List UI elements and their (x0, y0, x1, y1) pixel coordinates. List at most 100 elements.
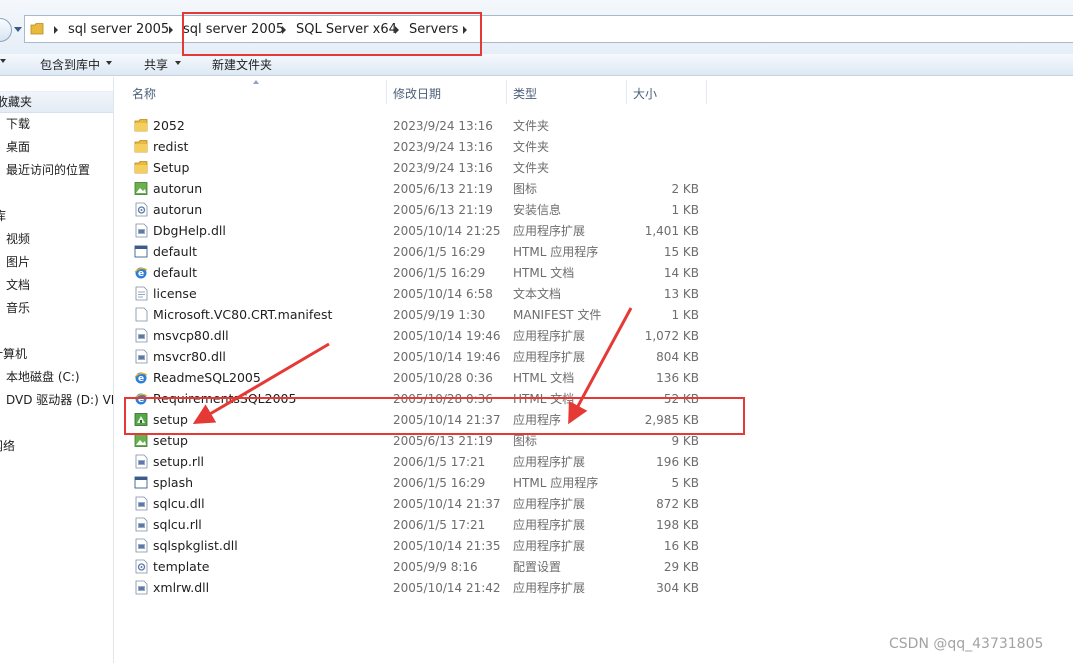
file-row[interactable]: sqlspkglist.dll 2005/10/14 21:35 应用程序扩展 16 … (120, 535, 720, 556)
file-type: MANIFEST 文件 (513, 308, 602, 322)
breadcrumb-item[interactable]: sql server 2005 (68, 21, 169, 39)
file-name: sqlcu.dll (153, 496, 205, 511)
nav-item-favorites[interactable]: 收藏夹 (0, 93, 32, 111)
file-modified-date: 2005/10/14 6:58 (393, 287, 493, 301)
file-row[interactable]: sqlcu.rll 2006/1/5 17:21 应用程序扩展 198 KB (120, 514, 720, 535)
file-name: DbgHelp.dll (153, 223, 226, 238)
column-header-modified[interactable]: 修改日期 (393, 85, 441, 105)
dll-icon (135, 349, 148, 364)
column-divider[interactable] (706, 80, 707, 104)
nav-item-dvd-drive[interactable]: DVD 驱动器 (D:) VI (6, 391, 113, 409)
column-divider[interactable] (506, 80, 507, 104)
file-name: template (153, 559, 210, 574)
file-size: 2 KB (671, 182, 699, 196)
nav-item-computer[interactable]: 计算机 (0, 345, 27, 363)
address-bar-area: sql server 2005 sql server 2005 SQL Serv… (0, 0, 1073, 54)
nav-item-videos[interactable]: 视频 (6, 230, 30, 248)
file-row[interactable]: msvcr80.dll 2005/10/14 19:46 应用程序扩展 804 KB (120, 346, 720, 367)
file-name: ReadmeSQL2005 (153, 370, 261, 385)
organize-chevron-icon[interactable] (0, 59, 6, 63)
nav-item-network[interactable]: 网络 (0, 437, 15, 455)
file-type: HTML 应用程序 (513, 476, 599, 490)
file-type: 配置设置 (513, 560, 562, 574)
hta-icon (134, 245, 148, 258)
file-row[interactable]: template 2005/9/9 8:16 配置设置 29 KB (120, 556, 720, 577)
nav-item-pictures[interactable]: 图片 (6, 253, 30, 271)
dll-icon (135, 454, 148, 469)
file-row[interactable]: license 2005/10/14 6:58 文本文档 13 KB (120, 283, 720, 304)
file-row[interactable]: e ReadmeSQL2005 2005/10/28 0:36 HTML 文档 136 … (120, 367, 720, 388)
nav-item-local-disk[interactable]: 本地磁盘 (C:) (6, 368, 80, 386)
file-row[interactable]: autorun 2005/6/13 21:19 安装信息 1 KB (120, 199, 720, 220)
ie-icon: e (134, 372, 148, 384)
file-row[interactable]: xmlrw.dll 2005/10/14 21:42 应用程序扩展 304 KB (120, 577, 720, 598)
chevron-down-icon[interactable] (175, 61, 181, 65)
file-name: sqlspkglist.dll (153, 538, 238, 553)
nav-item-desktop[interactable]: 桌面 (6, 138, 30, 156)
nav-item-libraries[interactable]: 库 (0, 207, 6, 225)
folder-icon (134, 161, 148, 174)
file-type: 应用程序扩展 (513, 224, 586, 238)
dll-icon (135, 538, 148, 553)
file-type: 应用程序扩展 (513, 518, 586, 532)
include-in-library-button[interactable]: 包含到库中 (40, 57, 100, 73)
file-modified-date: 2006/1/5 17:21 (393, 455, 486, 469)
file-modified-date: 2005/6/13 21:19 (393, 182, 493, 196)
sort-ascending-icon (253, 80, 259, 84)
file-row[interactable]: 2052 2023/9/24 13:16 文件夹 (120, 115, 720, 136)
folder-icon (134, 119, 148, 132)
nav-item-downloads[interactable]: 下载 (6, 115, 30, 133)
file-modified-date: 2005/10/14 21:37 (393, 497, 501, 511)
file-modified-date: 2006/1/5 17:21 (393, 518, 486, 532)
file-type: HTML 应用程序 (513, 245, 599, 259)
file-modified-date: 2006/1/5 16:29 (393, 476, 486, 490)
chevron-right-icon[interactable] (54, 26, 58, 34)
file-row[interactable]: e default 2006/1/5 16:29 HTML 文档 14 KB (120, 262, 720, 283)
file-row[interactable]: setup.rll 2006/1/5 17:21 应用程序扩展 196 KB (120, 451, 720, 472)
file-name: default (153, 244, 197, 259)
annotation-highlight-box (182, 12, 482, 56)
chevron-down-icon[interactable] (106, 61, 112, 65)
back-button[interactable] (0, 18, 12, 42)
file-name: license (153, 286, 197, 301)
nav-item-music[interactable]: 音乐 (6, 299, 30, 317)
nav-item-documents[interactable]: 文档 (6, 276, 30, 294)
command-bar: 包含到库中 共享 新建文件夹 (0, 54, 1073, 76)
file-name: splash (153, 475, 194, 490)
file-size: 1 KB (671, 203, 699, 217)
file-size: 15 KB (663, 245, 699, 259)
share-button[interactable]: 共享 (144, 57, 168, 73)
recent-pages-dropdown-icon[interactable] (14, 27, 22, 32)
file-type: 文件夹 (513, 161, 550, 175)
column-header-name[interactable]: 名称 (132, 85, 156, 105)
chevron-right-icon[interactable] (169, 26, 173, 34)
new-folder-button[interactable]: 新建文件夹 (212, 57, 272, 73)
file-row[interactable]: autorun 2005/6/13 21:19 图标 2 KB (120, 178, 720, 199)
column-header-type[interactable]: 类型 (513, 85, 537, 105)
file-type: 应用程序扩展 (513, 539, 586, 553)
file-type: 安装信息 (513, 203, 562, 217)
file-name: msvcr80.dll (153, 349, 226, 364)
file-modified-date: 2006/1/5 16:29 (393, 266, 486, 280)
file-size: 16 KB (663, 539, 699, 553)
file-row[interactable]: sqlcu.dll 2005/10/14 21:37 应用程序扩展 872 KB (120, 493, 720, 514)
nav-item-recent-places[interactable]: 最近访问的位置 (6, 161, 90, 179)
file-size: 13 KB (663, 287, 699, 301)
file-size: 304 KB (656, 581, 699, 595)
file-row[interactable]: msvcp80.dll 2005/10/14 19:46 应用程序扩展 1,072 K… (120, 325, 720, 346)
file-name: 2052 (153, 118, 185, 133)
file-size: 29 KB (663, 560, 699, 574)
file-row[interactable]: Microsoft.VC80.CRT.manifest 2005/9/19 1:3… (120, 304, 720, 325)
file-row[interactable]: splash 2006/1/5 16:29 HTML 应用程序 5 KB (120, 472, 720, 493)
file-modified-date: 2005/6/13 21:19 (393, 203, 493, 217)
folder-icon (30, 23, 44, 35)
column-header-size[interactable]: 大小 (633, 85, 657, 105)
file-row[interactable]: default 2006/1/5 16:29 HTML 应用程序 15 KB (120, 241, 720, 262)
file-row[interactable]: DbgHelp.dll 2005/10/14 21:25 应用程序扩展 1,401 K… (120, 220, 720, 241)
file-type: 应用程序扩展 (513, 455, 586, 469)
column-divider[interactable] (386, 80, 387, 104)
file-size: 1,072 KB (644, 329, 699, 343)
file-row[interactable]: redist 2023/9/24 13:16 文件夹 (120, 136, 720, 157)
file-row[interactable]: Setup 2023/9/24 13:16 文件夹 (120, 157, 720, 178)
column-divider[interactable] (626, 80, 627, 104)
